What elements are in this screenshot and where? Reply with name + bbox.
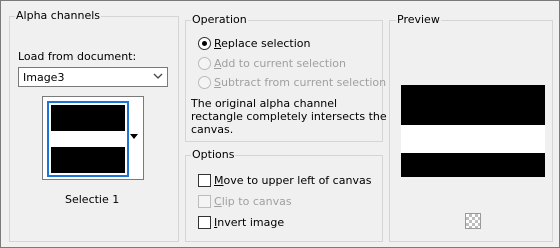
clip-to-canvas-label[interactable]: Clip to canvas bbox=[214, 195, 292, 208]
preview-title: Preview bbox=[396, 13, 441, 26]
alpha-channel-thumbnail[interactable] bbox=[47, 101, 129, 177]
dropdown-arrow-icon[interactable] bbox=[129, 131, 139, 141]
subtract-from-selection-label[interactable]: Subtract from current selection bbox=[214, 76, 386, 89]
operation-title: Operation bbox=[191, 13, 248, 26]
add-to-selection-label[interactable]: Add to current selection bbox=[214, 57, 346, 70]
transparency-checker-icon[interactable] bbox=[465, 213, 481, 229]
intersection-message-line3: canvas. bbox=[191, 123, 234, 136]
radio-selected-dot bbox=[202, 41, 207, 46]
replace-selection-label[interactable]: Replace selection bbox=[214, 37, 310, 50]
document-select[interactable]: Image3 bbox=[18, 67, 168, 87]
intersection-message-line2: rectangle completely intersects the bbox=[191, 110, 387, 123]
clip-to-canvas-checkbox[interactable] bbox=[198, 195, 211, 208]
options-title: Options bbox=[191, 148, 236, 161]
preview-image bbox=[401, 85, 545, 177]
alpha-channels-title: Alpha channels bbox=[15, 9, 102, 22]
add-to-selection-radio[interactable] bbox=[198, 57, 211, 70]
replace-selection-radio[interactable] bbox=[198, 37, 211, 50]
selection-name: Selectie 1 bbox=[65, 193, 120, 206]
alpha-channel-white-band bbox=[51, 131, 125, 147]
dialog-frame: Alpha channels Load from document: Image… bbox=[0, 0, 560, 248]
preview-white-band bbox=[401, 125, 545, 153]
load-from-document-label: Load from document: bbox=[18, 50, 137, 63]
move-to-upper-left-checkbox[interactable] bbox=[198, 174, 211, 187]
alpha-channel-thumbnail-list[interactable] bbox=[42, 96, 144, 180]
replace-selection-text: eplace selection bbox=[221, 37, 311, 50]
invert-image-label[interactable]: Invert image bbox=[214, 216, 284, 229]
intersection-message-line1: The original alpha channel bbox=[191, 97, 338, 110]
move-to-upper-left-label[interactable]: Move to upper left of canvas bbox=[214, 174, 371, 187]
invert-image-checkbox[interactable] bbox=[198, 216, 211, 229]
subtract-from-selection-radio[interactable] bbox=[198, 76, 211, 89]
chevron-down-icon bbox=[153, 73, 163, 79]
alpha-channel-image bbox=[51, 105, 125, 173]
document-select-value: Image3 bbox=[23, 71, 65, 84]
